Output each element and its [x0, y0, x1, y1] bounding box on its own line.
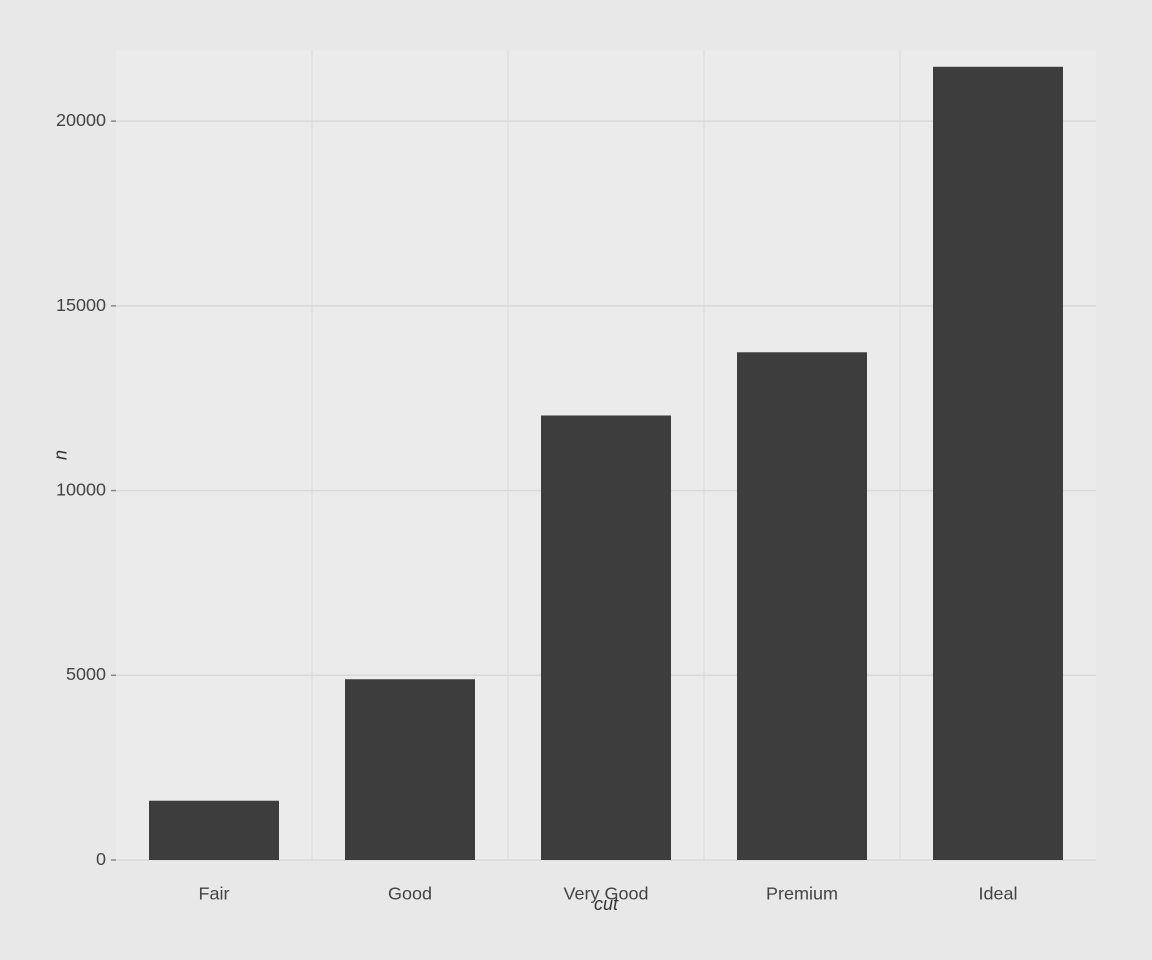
plot-area: n cut 0 5000 [116, 50, 1096, 860]
svg-text:20000: 20000 [56, 110, 106, 130]
svg-text:15000: 15000 [56, 295, 106, 315]
y-axis-label: n [51, 450, 72, 460]
x-label-good: Good [388, 884, 432, 904]
chart-svg: 0 5000 10000 15000 20000 [116, 50, 1096, 860]
svg-text:5000: 5000 [66, 664, 106, 684]
bar-very-good [541, 415, 671, 860]
x-label-premium: Premium [766, 884, 838, 904]
svg-text:10000: 10000 [56, 480, 106, 500]
bar-fair [149, 801, 279, 860]
x-label-fair: Fair [199, 884, 230, 904]
chart-container: n cut 0 5000 [26, 20, 1126, 940]
bar-ideal [933, 67, 1063, 860]
bar-good [345, 679, 475, 860]
x-label-very-good: Very Good [564, 884, 649, 904]
svg-text:0: 0 [96, 849, 106, 869]
x-label-ideal: Ideal [978, 884, 1017, 904]
bar-premium [737, 352, 867, 860]
